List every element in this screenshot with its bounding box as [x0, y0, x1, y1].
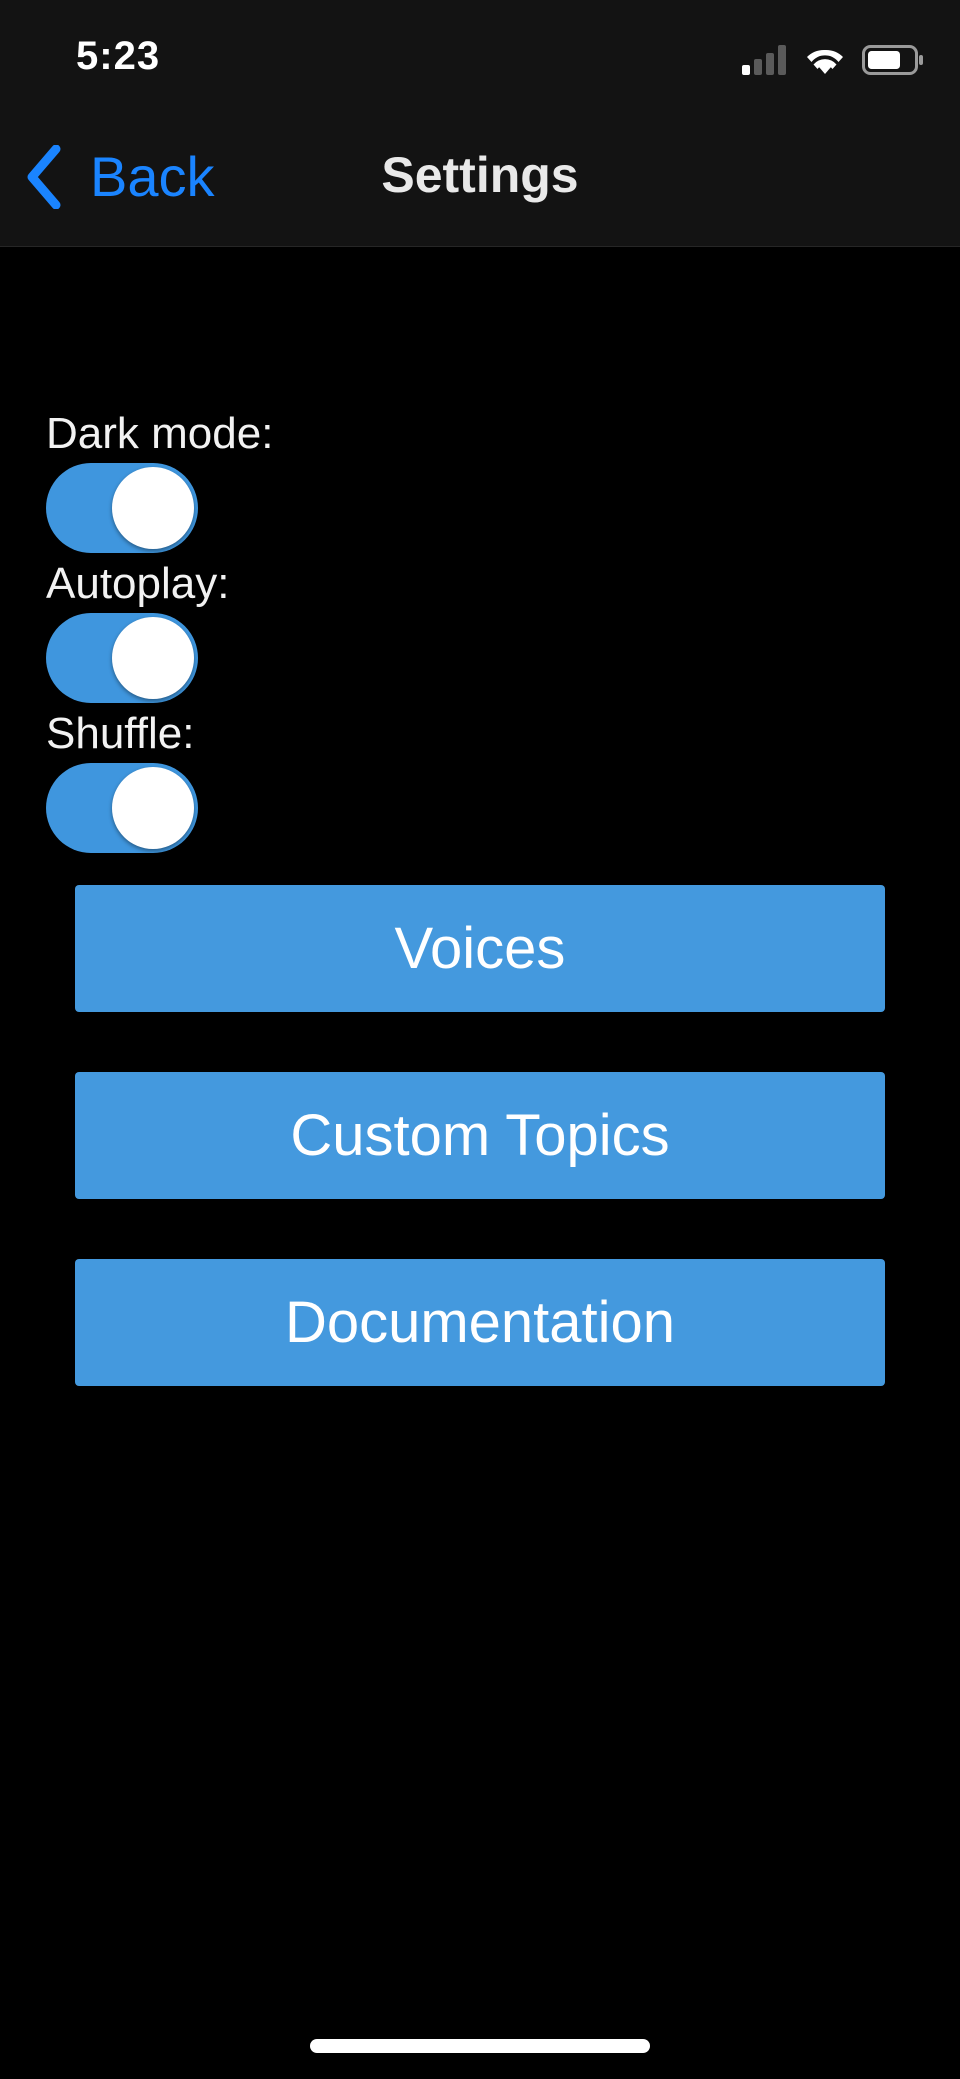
voices-button-label: Voices [394, 915, 566, 981]
page-title: Settings [381, 147, 579, 203]
documentation-button[interactable]: Documentation [75, 1259, 885, 1386]
voices-button[interactable]: Voices [75, 885, 885, 1012]
toggle-knob [112, 767, 194, 849]
autoplay-toggle[interactable] [46, 613, 198, 703]
navigation-bar: 5:23 Back Settings [0, 0, 960, 247]
autoplay-label: Autoplay: [46, 559, 230, 608]
battery-icon [862, 45, 923, 75]
cellular-signal-icon [742, 45, 786, 75]
custom-topics-button-label: Custom Topics [290, 1102, 670, 1168]
dark-mode-label: Dark mode: [46, 409, 274, 458]
wifi-icon [807, 49, 843, 74]
toggle-knob [112, 467, 194, 549]
shuffle-label: Shuffle: [46, 709, 195, 758]
home-indicator[interactable] [310, 2039, 650, 2053]
shuffle-toggle[interactable] [46, 763, 198, 853]
documentation-button-label: Documentation [284, 1289, 676, 1355]
status-icons [742, 40, 924, 80]
toggle-knob [112, 617, 194, 699]
status-time: 5:23 [76, 34, 161, 78]
dark-mode-toggle[interactable] [46, 463, 198, 553]
custom-topics-button[interactable]: Custom Topics [75, 1072, 885, 1199]
